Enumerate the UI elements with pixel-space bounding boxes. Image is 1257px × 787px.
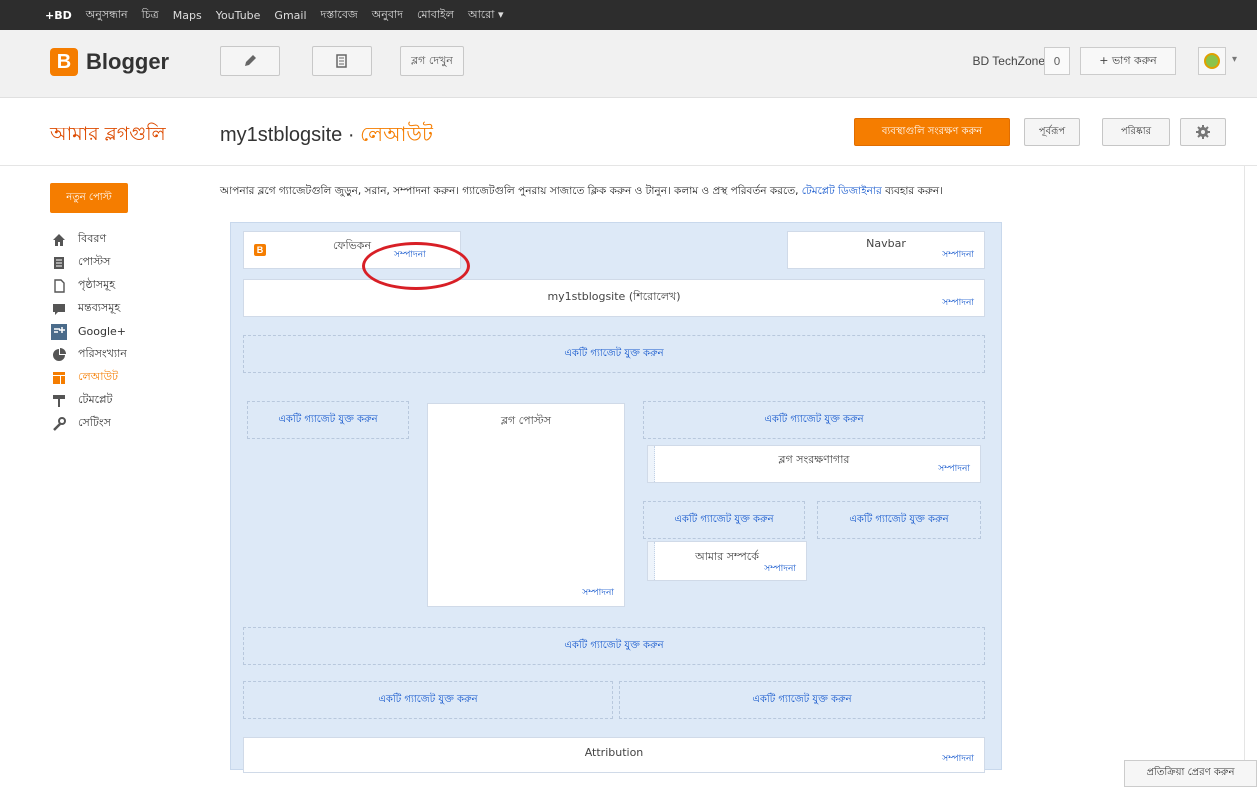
sidebar-item-stats[interactable]: পরিসংখ্যান <box>50 343 127 366</box>
view-blog-button[interactable]: ব্লগ দেখুন <box>400 46 464 76</box>
sidebar-item-label: টেমপ্লেট <box>78 393 113 406</box>
sidebar-item-layout[interactable]: লেআউট <box>50 366 127 389</box>
add-gadget-link[interactable]: একটি গ্যাজেট যুক্ত করুন <box>643 401 985 439</box>
page-name: লেআউট <box>360 124 433 146</box>
google-plus-icon <box>50 323 68 340</box>
sidebar-item-label: বিবরণ <box>78 232 107 245</box>
sidebar-nav: বিবরণ পোস্টস পৃষ্ঠাসমূহ মন্তব্যসমূহ Goog… <box>50 228 127 435</box>
blogger-logo-icon: B <box>50 48 78 76</box>
gbar-link-maps[interactable]: Maps <box>173 9 202 22</box>
my-blogs-link[interactable]: আমার ব্লগগুলি <box>50 120 166 152</box>
blog-name: my1stblogsite <box>220 124 343 146</box>
home-icon <box>50 232 68 248</box>
share-button[interactable]: + ভাগ করুন <box>1080 47 1176 75</box>
feedback-button[interactable]: প্রতিক্রিয়া প্রেরণ করুন <box>1124 760 1257 787</box>
pages-icon <box>50 278 68 294</box>
google-bar: +BD অনুসন্ধান চিত্র Maps YouTube Gmail দ… <box>0 0 1257 30</box>
title-separator: · <box>342 124 361 146</box>
add-gadget-link[interactable]: একটি গ্যাজেট যুক্ত করুন <box>243 627 985 665</box>
sidebar-item-label: সেটিংস <box>78 416 111 429</box>
page-subheader: আমার ব্লগগুলি my1stblogsite · লেআউট ব্যব… <box>0 98 1257 166</box>
sidebar-item-label: Google+ <box>78 325 127 338</box>
save-arrangement-button[interactable]: ব্যবস্থাগুলি সংরক্ষণ করুন <box>854 118 1010 146</box>
about-edit-link[interactable]: সম্পাদনা <box>764 561 796 576</box>
gadget-title: ব্লগ পোস্টস <box>500 414 552 427</box>
add-gadget-link[interactable]: একটি গ্যাজেট যুক্ত করুন <box>243 681 613 719</box>
new-post-pencil-button[interactable] <box>220 46 280 76</box>
blogger-logo-text: Blogger <box>86 49 170 74</box>
highlight-circle <box>362 242 470 290</box>
comments-icon <box>50 301 68 317</box>
divider <box>1244 166 1245 766</box>
gbar-link-mobile[interactable]: মোবাইল <box>417 6 454 25</box>
posts-icon <box>50 255 68 271</box>
chevron-down-icon[interactable]: ▾ <box>1232 54 1237 65</box>
blogger-header: B Blogger ব্লগ দেখুন BD TechZone 0 + ভাগ… <box>0 30 1257 98</box>
archive-edit-link[interactable]: সম্পাদনা <box>938 461 970 476</box>
clear-button[interactable]: পরিষ্কার <box>1102 118 1170 146</box>
sidebar-item-label: মন্তব্যসমূহ <box>78 301 121 314</box>
user-name[interactable]: BD TechZone <box>973 54 1046 68</box>
pencil-icon <box>245 55 256 66</box>
add-gadget-link[interactable]: একটি গ্যাজেট যুক্ত করুন <box>243 335 985 373</box>
gbar-link-youtube[interactable]: YouTube <box>216 9 261 22</box>
preview-button[interactable]: পূর্বরূপ <box>1024 118 1080 146</box>
header-edit-link[interactable]: সম্পাদনা <box>942 295 974 310</box>
sidebar-item-label: লেআউট <box>78 370 119 383</box>
wrench-icon <box>50 416 68 432</box>
gadget-title: ব্লগ সংরক্ষণাগার <box>778 453 850 466</box>
sidebar-item-overview[interactable]: বিবরণ <box>50 228 127 251</box>
navbar-gadget[interactable]: Navbar সম্পাদনা <box>787 231 985 269</box>
template-designer-link[interactable]: টেমপ্লেট ডিজাইনার <box>802 185 882 197</box>
gbar-link-docs[interactable]: দস্তাবেজ <box>321 6 358 25</box>
about-me-gadget[interactable]: আমার সম্পর্কে সম্পাদনা <box>647 541 807 581</box>
gbar-link-translate[interactable]: অনুবাদ <box>372 6 403 25</box>
notification-count[interactable]: 0 <box>1044 47 1070 75</box>
gbar-link-search[interactable]: অনুসন্ধান <box>86 6 128 25</box>
add-gadget-link[interactable]: একটি গ্যাজেট যুক্ত করুন <box>817 501 981 539</box>
blog-posts-gadget[interactable]: ব্লগ পোস্টস সম্পাদনা <box>427 403 625 607</box>
gbar-link-plus[interactable]: +BD <box>45 9 72 22</box>
add-gadget-link[interactable]: একটি গ্যাজেট যুক্ত করুন <box>619 681 985 719</box>
template-icon <box>50 393 68 409</box>
sidebar-item-template[interactable]: টেমপ্লেট <box>50 389 127 412</box>
layout-description: আপনার ব্লগে গ্যাজেটগুলি জুড়ুন, সরান, সম… <box>220 184 943 201</box>
attribution-edit-link[interactable]: সম্পাদনা <box>942 751 974 766</box>
gbar-link-images[interactable]: চিত্র <box>142 6 159 25</box>
blog-archive-gadget[interactable]: ব্লগ সংরক্ষণাগার সম্পাদনা <box>647 445 981 483</box>
gbar-link-gmail[interactable]: Gmail <box>274 9 306 22</box>
blog-posts-edit-link[interactable]: সম্পাদনা <box>582 585 614 600</box>
description-text: আপনার ব্লগে গ্যাজেটগুলি জুড়ুন, সরান, সম… <box>220 185 802 197</box>
posts-list-button[interactable] <box>312 46 372 76</box>
stats-icon <box>50 347 68 363</box>
description-suffix: ব্যবহার করুন। <box>881 185 943 197</box>
avatar-icon <box>1204 53 1220 69</box>
new-post-button[interactable]: নতুন পোস্ট <box>50 183 128 213</box>
settings-gear-button[interactable] <box>1180 118 1226 146</box>
layout-icon <box>50 370 68 386</box>
page-title: my1stblogsite · লেআউট <box>220 120 433 153</box>
document-icon <box>336 54 347 68</box>
gadget-title: Attribution <box>584 746 644 759</box>
gadget-title: my1stblogsite (শিরোলেখ) <box>547 290 681 303</box>
layout-canvas: B ফেভিকন সম্পাদনা Navbar সম্পাদনা my1stb… <box>230 222 1002 773</box>
sidebar-item-label: পৃষ্ঠাসমূহ <box>78 278 115 291</box>
sidebar-item-google-plus[interactable]: Google+ <box>50 320 127 343</box>
sidebar-item-settings[interactable]: সেটিংস <box>50 412 127 435</box>
avatar[interactable] <box>1198 47 1226 75</box>
sidebar-item-label: পোস্টস <box>78 255 111 268</box>
sidebar-item-posts[interactable]: পোস্টস <box>50 251 127 274</box>
gbar-link-more[interactable]: আরো ▾ <box>468 6 504 25</box>
sidebar-item-label: পরিসংখ্যান <box>78 347 127 360</box>
attribution-gadget[interactable]: Attribution সম্পাদনা <box>243 737 985 773</box>
navbar-edit-link[interactable]: সম্পাদনা <box>942 247 974 262</box>
sidebar-item-comments[interactable]: মন্তব্যসমূহ <box>50 297 127 320</box>
blogger-logo[interactable]: B Blogger <box>50 48 169 76</box>
header-gadget[interactable]: my1stblogsite (শিরোলেখ) সম্পাদনা <box>243 279 985 317</box>
add-gadget-link[interactable]: একটি গ্যাজেট যুক্ত করুন <box>643 501 805 539</box>
sidebar-item-pages[interactable]: পৃষ্ঠাসমূহ <box>50 274 127 297</box>
gear-icon <box>1196 125 1210 139</box>
add-gadget-link[interactable]: একটি গ্যাজেট যুক্ত করুন <box>247 401 409 439</box>
